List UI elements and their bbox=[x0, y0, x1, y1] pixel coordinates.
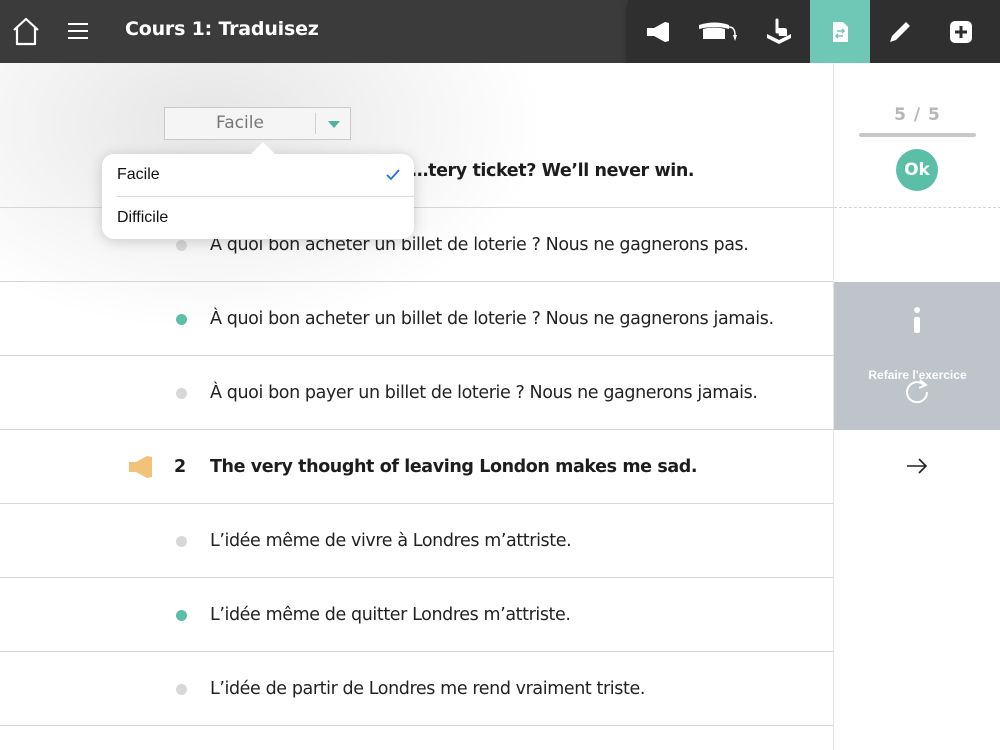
option-difficile[interactable]: Difficile bbox=[102, 197, 414, 239]
question-2-text: The very thought of leaving London makes… bbox=[210, 457, 698, 477]
score-label: 5 / 5 bbox=[894, 105, 941, 125]
option-label: Difficile bbox=[117, 209, 169, 226]
question-number: 2 bbox=[174, 457, 187, 477]
answer-row[interactable]: L’idée de partir de Londres me rend vrai… bbox=[0, 652, 833, 726]
side-panel: 5 / 5 Ok Refaire l'exercice bbox=[833, 63, 1000, 750]
toolbar bbox=[628, 0, 1000, 63]
home-icon[interactable] bbox=[11, 16, 41, 46]
answer-row[interactable]: L’idée même de vivre à Londres m’attrist… bbox=[0, 504, 833, 578]
answer-text: À quoi bon payer un billet de loterie ? … bbox=[210, 383, 758, 403]
answer-dot bbox=[176, 536, 187, 547]
difficulty-dropdown: Facile Difficile bbox=[102, 154, 414, 239]
ok-button[interactable]: Ok bbox=[896, 149, 938, 191]
answer-dot bbox=[176, 684, 187, 695]
info-icon[interactable] bbox=[910, 306, 924, 334]
graduation-cap-icon[interactable] bbox=[689, 0, 750, 63]
answer-text: À quoi bon acheter un billet de loterie … bbox=[210, 309, 774, 329]
question-1-text: …tery ticket? We’ll never win. bbox=[411, 161, 695, 181]
answer-dot-correct bbox=[176, 610, 187, 621]
option-label: Facile bbox=[117, 166, 160, 183]
page-title: Cours 1: Traduisez bbox=[125, 18, 319, 40]
answer-text: L’idée de partir de Londres me rend vrai… bbox=[210, 679, 645, 699]
chevron-down-icon[interactable] bbox=[328, 121, 340, 128]
answer-text: L’idée même de quitter Londres m’attrist… bbox=[210, 605, 571, 625]
answer-row[interactable]: À quoi bon acheter un billet de loterie … bbox=[0, 282, 833, 356]
answer-row[interactable]: À quoi bon payer un billet de loterie ? … bbox=[0, 356, 833, 430]
arrow-right-icon[interactable] bbox=[905, 456, 929, 476]
redo-icon[interactable] bbox=[902, 376, 932, 406]
pen-icon[interactable] bbox=[870, 0, 931, 63]
plus-icon[interactable] bbox=[931, 0, 992, 63]
answer-row[interactable]: L’idée même de quitter Londres m’attrist… bbox=[0, 578, 833, 652]
select-divider bbox=[315, 113, 316, 134]
answer-dot bbox=[176, 388, 187, 399]
score-progress-bar bbox=[859, 133, 976, 137]
answer-text: L’idée même de vivre à Londres m’attrist… bbox=[210, 531, 572, 551]
redo-panel[interactable]: Refaire l'exercice bbox=[834, 282, 1000, 430]
translate-icon[interactable] bbox=[809, 0, 870, 63]
answer-dot-correct bbox=[176, 314, 187, 325]
difficulty-select[interactable]: Facile bbox=[164, 107, 351, 140]
hand-pointer-icon[interactable] bbox=[749, 0, 810, 63]
difficulty-value: Facile bbox=[216, 113, 264, 133]
option-facile[interactable]: Facile bbox=[102, 154, 414, 196]
answer-dot bbox=[176, 240, 187, 251]
hamburger-menu-icon[interactable] bbox=[66, 20, 92, 42]
speaker-icon[interactable] bbox=[127, 454, 155, 480]
question-row-2: 2 The very thought of leaving London mak… bbox=[0, 430, 833, 504]
popover-arrow bbox=[250, 142, 276, 155]
top-bar: Cours 1: Traduisez bbox=[0, 0, 1000, 63]
megaphone-icon[interactable] bbox=[628, 0, 689, 63]
checkmark-icon bbox=[386, 169, 400, 181]
dashed-divider bbox=[834, 207, 1000, 208]
